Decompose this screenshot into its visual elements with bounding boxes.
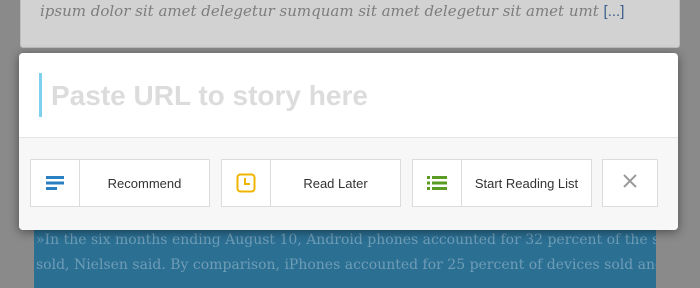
url-input-row xyxy=(19,53,678,138)
background-highlighted-text: »In the six months ending August 10, And… xyxy=(34,228,656,288)
recommend-button[interactable]: Recommend xyxy=(30,159,210,207)
add-story-modal: Recommend Read Later xyxy=(19,53,678,230)
clock-icon xyxy=(222,160,271,206)
close-icon xyxy=(623,173,637,193)
list-icon xyxy=(413,160,462,206)
start-reading-list-label: Start Reading List xyxy=(474,175,579,191)
highlight-line-2: sold, Nielsen said. By comparison, iPhon… xyxy=(36,257,656,273)
input-focus-indicator xyxy=(39,73,42,117)
close-button[interactable] xyxy=(602,159,658,207)
recommend-label: Recommend xyxy=(107,175,182,191)
background-read-more-link: [...] xyxy=(603,3,625,20)
recommend-icon xyxy=(31,160,80,206)
start-reading-list-button[interactable]: Start Reading List xyxy=(412,159,592,207)
read-later-button[interactable]: Read Later xyxy=(221,159,401,207)
action-bar: Recommend Read Later Start Reading List xyxy=(19,138,678,230)
highlight-line-1: »In the six months ending August 10, And… xyxy=(36,232,656,248)
background-snippet: ipsum dolor sit amet delegetur sumquam s… xyxy=(40,2,624,20)
story-url-input[interactable] xyxy=(49,71,653,121)
background-snippet-text: ipsum dolor sit amet delegetur sumquam s… xyxy=(40,2,599,20)
read-later-label: Read Later xyxy=(303,175,368,191)
